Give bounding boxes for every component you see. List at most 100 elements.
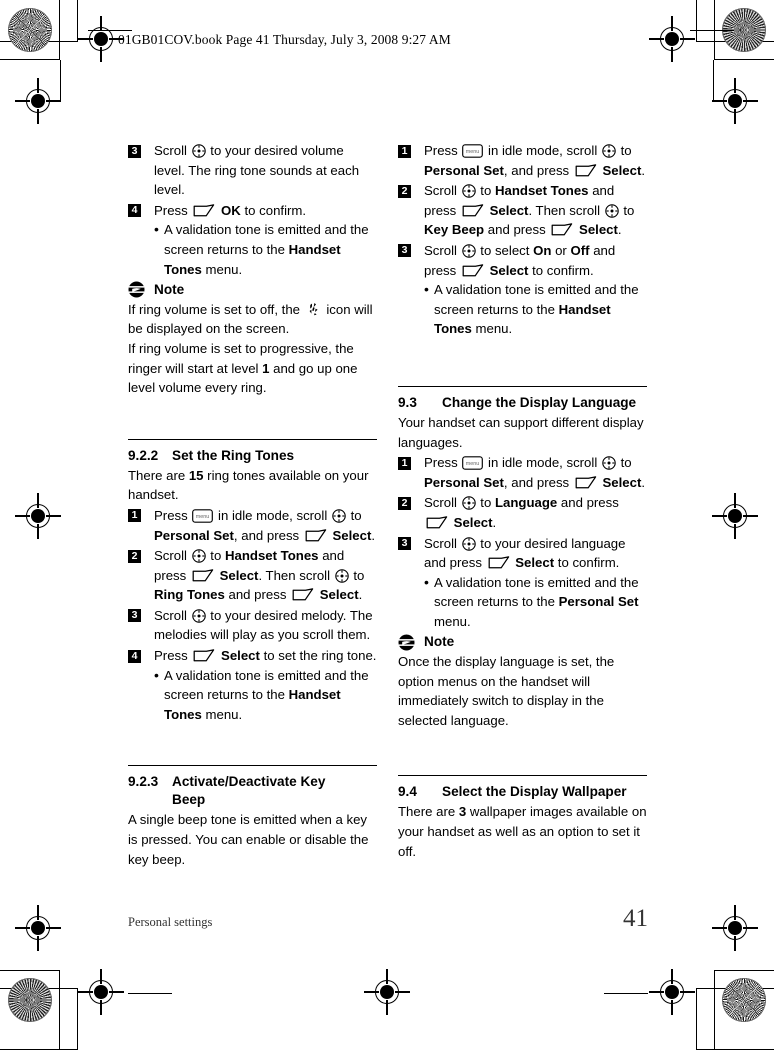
section-title-923-line1: Activate/Deactivate Key bbox=[172, 774, 326, 790]
book-file-header: 01GB01COV.book Page 41 Thursday, July 3,… bbox=[118, 32, 451, 47]
step-number: 3 bbox=[128, 144, 141, 158]
body-text: . bbox=[371, 527, 376, 543]
soft-key-icon bbox=[551, 223, 573, 237]
menu-key-icon: menu bbox=[192, 509, 214, 523]
body-text: to select bbox=[476, 242, 534, 258]
emphasis-text: Personal Set bbox=[424, 474, 504, 490]
step-text: Scroll to Language and press Select. bbox=[424, 493, 647, 532]
scroll-wheel-icon bbox=[461, 184, 476, 198]
numbered-step: 2 Scroll to Handset Tones and press Selec… bbox=[398, 181, 647, 240]
emphasis-text: Handset Tones bbox=[494, 183, 589, 199]
section-93-intro: Your handset can support different displ… bbox=[398, 414, 644, 450]
body-text: menu. bbox=[201, 261, 243, 277]
section-number-922: 9.2.2 bbox=[128, 447, 159, 463]
bullet-text: A validation tone is emitted and the scr… bbox=[434, 280, 647, 339]
body-text: , and press bbox=[233, 527, 303, 543]
note-volume-line1-a: If ring volume is set to off, the bbox=[128, 301, 304, 317]
note-volume-line1: If ring volume is set to off, the icon w… bbox=[128, 300, 377, 339]
numbered-step: 3 Scroll to your desired melody. The melo… bbox=[128, 606, 377, 645]
scroll-wheel-icon bbox=[191, 549, 206, 563]
body-text: . Then scroll bbox=[258, 567, 334, 583]
emphasis-text: Off bbox=[570, 242, 590, 258]
bullet-dot: • bbox=[424, 281, 429, 298]
body-text: . bbox=[641, 474, 646, 490]
soft-key-icon bbox=[292, 588, 314, 602]
bullet-text: A validation tone is emitted and the scr… bbox=[164, 220, 377, 279]
body-text: . bbox=[641, 162, 646, 178]
registration-target-lower-left bbox=[15, 905, 61, 951]
svg-text:menu: menu bbox=[466, 461, 480, 467]
corner-box-bottom-left bbox=[0, 970, 60, 1050]
section-number-93: 9.3 bbox=[398, 394, 417, 410]
step-number: 2 bbox=[398, 496, 411, 510]
bullet-validation-volume: • A validation tone is emitted and the s… bbox=[154, 220, 377, 279]
section-94-body-a: There are bbox=[398, 804, 459, 820]
emphasis-text: Ring Tones bbox=[154, 587, 225, 603]
section-922-intro: There are 15 ring tones available on you… bbox=[128, 466, 377, 505]
bullet-validation-language: • A validation tone is emitted and the s… bbox=[424, 573, 647, 632]
section-title-922: Set the Ring Tones bbox=[172, 447, 295, 463]
starburst-target-top-left bbox=[8, 8, 52, 52]
step-text: Scroll to Handset Tones and press Select… bbox=[154, 546, 377, 605]
emphasis-text: OK bbox=[217, 202, 241, 218]
page-footer: Personal settings 41 bbox=[128, 905, 648, 933]
starburst-target-bottom-left bbox=[8, 978, 52, 1022]
step-number: 4 bbox=[128, 204, 141, 218]
emphasis-text: Select bbox=[485, 262, 529, 278]
body-text: Scroll bbox=[424, 535, 461, 551]
numbered-step: 1 Press menu in idle mode, scroll to Pers… bbox=[128, 506, 377, 545]
right-column: 1 Press menu in idle mode, scroll to Pers… bbox=[398, 140, 647, 861]
left-column: 3 Scroll to your desired volume level. Th… bbox=[128, 140, 377, 869]
body-text: and press bbox=[224, 587, 291, 603]
section-divider-94 bbox=[398, 775, 647, 777]
section-923-body: A single beep tone is emitted when a key… bbox=[128, 812, 369, 867]
body-text: to bbox=[349, 567, 365, 583]
scroll-wheel-icon bbox=[461, 244, 476, 258]
body-text: to bbox=[476, 183, 495, 199]
scroll-wheel-icon bbox=[602, 144, 616, 158]
bullet-validation-ringtone: • A validation tone is emitted and the s… bbox=[154, 666, 377, 725]
svg-text:menu: menu bbox=[196, 514, 210, 520]
numbered-step: 4 Press Select to set the ring tone. bbox=[128, 646, 377, 666]
section-heading-93: 9.3 Change the Display Language bbox=[398, 394, 647, 412]
body-text: , and press bbox=[503, 474, 573, 490]
scroll-wheel-icon bbox=[334, 568, 349, 583]
steps-ring-volume: 3 Scroll to your desired volume level. Th… bbox=[128, 141, 377, 220]
registration-target-bottom-right bbox=[649, 969, 695, 1015]
svg-text:menu: menu bbox=[466, 149, 480, 155]
emphasis-text: Key Beep bbox=[424, 222, 485, 238]
bullet-dot: • bbox=[154, 666, 159, 683]
section-divider-922 bbox=[128, 438, 377, 440]
step-number: 1 bbox=[398, 144, 411, 158]
trim-rule-vertical-left bbox=[60, 60, 62, 100]
step-text: Scroll to your desired language and pres… bbox=[424, 534, 647, 573]
note-label: Note bbox=[424, 634, 455, 650]
body-text: Scroll bbox=[154, 548, 191, 564]
note-icon bbox=[128, 281, 145, 298]
menu-key-icon: menu bbox=[462, 144, 484, 158]
print-registration-marks bbox=[0, 0, 774, 1050]
body-text: Scroll bbox=[424, 242, 461, 258]
emphasis-text: Select bbox=[217, 648, 260, 664]
emphasis-text: Handset Tones bbox=[224, 548, 319, 564]
body-text: Press bbox=[154, 507, 192, 523]
trim-rule-bottom-left bbox=[128, 993, 172, 995]
emphasis-text: Select bbox=[485, 202, 529, 218]
emphasis-text: Select bbox=[316, 587, 359, 603]
body-text: menu. bbox=[434, 613, 471, 629]
numbered-step: 2 Scroll to Language and press Select. bbox=[398, 493, 647, 532]
scroll-wheel-icon bbox=[461, 536, 476, 551]
corner-box-top-right-2 bbox=[696, 0, 774, 42]
corner-box-top-left-2 bbox=[0, 0, 78, 42]
body-text: in idle mode, scroll bbox=[214, 507, 331, 523]
body-text: and press bbox=[484, 222, 550, 238]
body-text: to set the ring tone. bbox=[259, 648, 377, 664]
numbered-step: 3 Scroll to select On or Off and press Se… bbox=[398, 241, 647, 280]
corner-box-top-left bbox=[0, 0, 60, 60]
bullet-validation-keybeep: • A validation tone is emitted and the s… bbox=[424, 280, 647, 339]
body-text: Press bbox=[154, 648, 192, 664]
body-text: to confirm. bbox=[240, 202, 307, 218]
numbered-step: 4 Press OK to confirm. bbox=[128, 201, 377, 221]
body-text: to bbox=[346, 507, 362, 523]
step-number: 2 bbox=[128, 549, 141, 563]
